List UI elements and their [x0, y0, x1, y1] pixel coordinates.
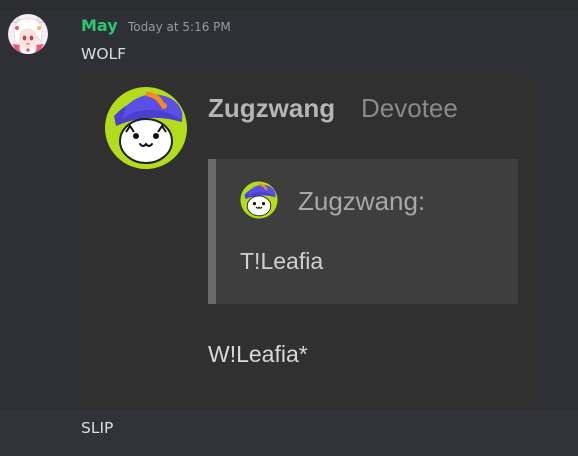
message-text: SLIP	[81, 419, 114, 437]
user-avatar[interactable]	[8, 14, 48, 54]
attachment-role: Devotee	[361, 93, 458, 123]
cat-avatar-icon	[104, 86, 188, 170]
quote-block: Zugzwang: T!Leafia	[208, 159, 518, 304]
attachment-author: Zugzwang	[208, 93, 336, 123]
timestamp: Today at 5:16 PM	[128, 20, 231, 34]
quote-author: Zugzwang:	[298, 186, 426, 216]
attachment-image[interactable]: Zugzwang Devotee Zugzwang: T!Leafia W!Le…	[81, 75, 537, 407]
reply-text: W!Leafia*	[208, 341, 308, 367]
username[interactable]: May	[81, 15, 118, 37]
quote-text: T!Leafia	[240, 248, 324, 274]
message-text: WOLF	[81, 45, 127, 63]
quote-avatar-icon	[240, 181, 278, 219]
quote-bar	[208, 159, 216, 304]
top-strip	[0, 0, 578, 10]
